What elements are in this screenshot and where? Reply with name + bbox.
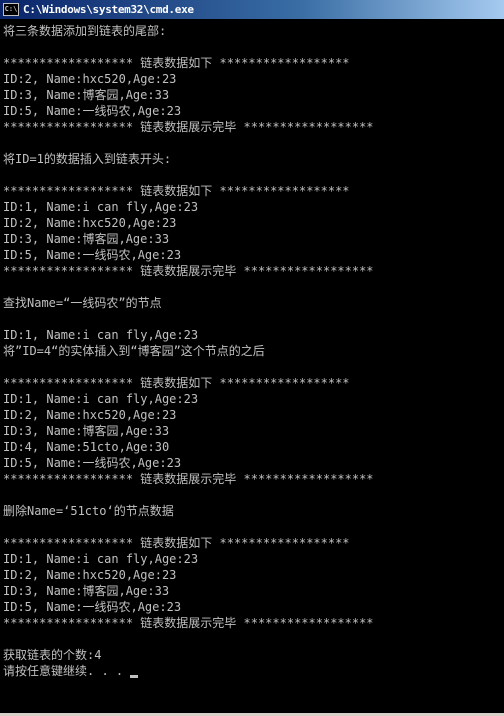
prompt-line: 请按任意键继续. . . xyxy=(3,663,504,679)
console-output[interactable]: 将三条数据添加到链表的尾部: ****************** 链表数据如下… xyxy=(0,19,504,713)
cmd-icon-label: C:\ xyxy=(4,5,18,13)
console-line: ID:4, Name:51cto,Age:30 xyxy=(3,440,170,454)
console-line: ID:1, Name:i can fly,Age:23 xyxy=(3,392,199,406)
console-line: ID:2, Name:hxc520,Age:23 xyxy=(3,72,177,86)
console-line: ID:3, Name:博客园,Age:33 xyxy=(3,232,170,246)
console-line: ID:1, Name:i can fly,Age:23 xyxy=(3,200,199,214)
console-line: ID:3, Name:博客园,Age:33 xyxy=(3,584,170,598)
console-line: ID:1, Name:i can fly,Age:23 xyxy=(3,328,199,342)
console-line: 将”ID=4“的实体插入到“博客园”这个节点的之后 xyxy=(3,344,265,358)
console-line: ID:5, Name:一线码农,Age:23 xyxy=(3,248,182,262)
console-line: 将ID=1的数据插入到链表开头: xyxy=(3,152,172,166)
title-bar[interactable]: C:\ C:\Windows\system32\cmd.exe xyxy=(0,0,504,19)
console-line: ID:5, Name:一线码农,Age:23 xyxy=(3,104,182,118)
console-line: ****************** 链表数据展示完毕 ************… xyxy=(3,264,374,278)
cmd-icon[interactable]: C:\ xyxy=(3,3,19,16)
console-line: ID:2, Name:hxc520,Age:23 xyxy=(3,216,177,230)
console-line: ID:3, Name:博客园,Age:33 xyxy=(3,88,170,102)
console-line: 删除Name=‘51cto‘的节点数据 xyxy=(3,504,174,518)
console-line: ****************** 链表数据展示完毕 ************… xyxy=(3,472,374,486)
cmd-window: C:\ C:\Windows\system32\cmd.exe 将三条数据添加到… xyxy=(0,0,504,716)
console-line: ****************** 链表数据如下 **************… xyxy=(3,56,350,70)
console-line: ID:2, Name:hxc520,Age:23 xyxy=(3,568,177,582)
console-line: ID:1, Name:i can fly,Age:23 xyxy=(3,552,199,566)
console-line: ****************** 链表数据如下 **************… xyxy=(3,184,350,198)
console-line: ID:2, Name:hxc520,Age:23 xyxy=(3,408,177,422)
console-line: ID:3, Name:博客园,Age:33 xyxy=(3,424,170,438)
console-line: ****************** 链表数据如下 **************… xyxy=(3,376,350,390)
console-line: ****************** 链表数据如下 **************… xyxy=(3,536,350,550)
prompt-text: 请按任意键继续. . . xyxy=(3,664,124,678)
console-line: ID:5, Name:一线码农,Age:23 xyxy=(3,600,182,614)
console-line: 获取链表的个数:4 xyxy=(3,648,102,662)
console-line: ID:5, Name:一线码农,Age:23 xyxy=(3,456,182,470)
text-cursor xyxy=(130,675,139,678)
console-line: ****************** 链表数据展示完毕 ************… xyxy=(3,120,374,134)
window-title: C:\Windows\system32\cmd.exe xyxy=(23,3,194,16)
console-line: 查找Name=“一线码农”的节点 xyxy=(3,296,162,310)
console-line: ****************** 链表数据展示完毕 ************… xyxy=(3,616,374,630)
console-line: 将三条数据添加到链表的尾部: xyxy=(3,24,167,38)
